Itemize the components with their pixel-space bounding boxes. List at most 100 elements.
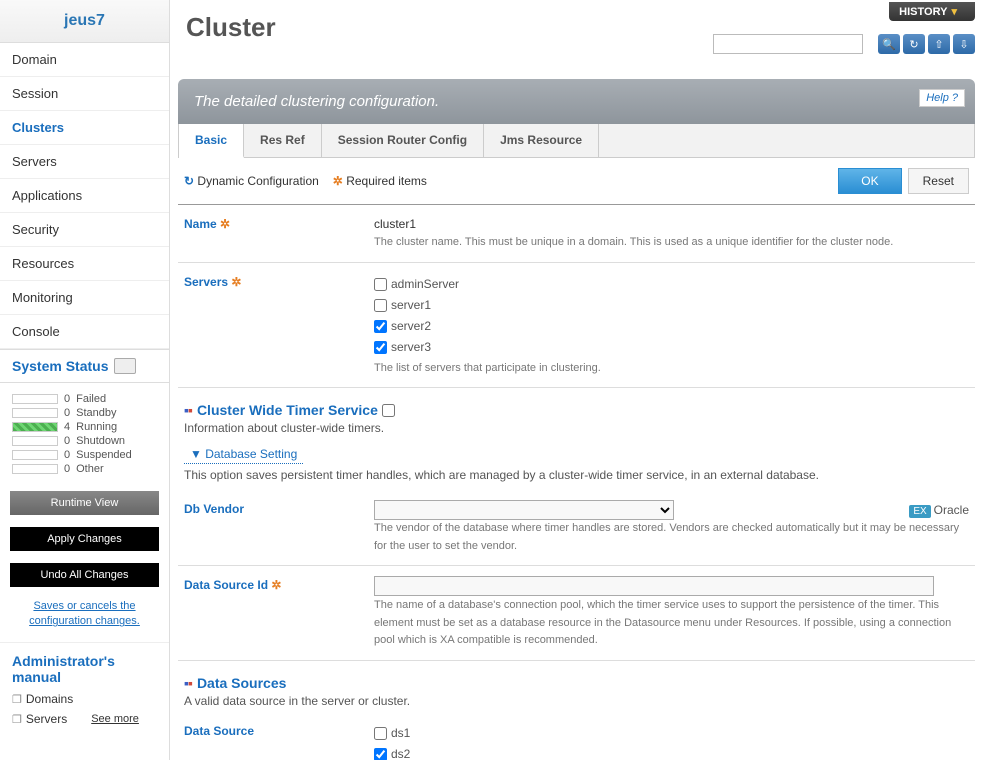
cwts-checkbox[interactable] — [382, 404, 395, 417]
section-datasources: Data Sources A valid data source in the … — [178, 661, 975, 712]
apply-changes-button[interactable]: Apply Changes — [10, 527, 159, 551]
checkbox[interactable] — [374, 320, 387, 333]
server-server3[interactable]: server3 — [374, 338, 969, 357]
label-datasource: Data Source — [184, 722, 374, 760]
checkbox[interactable] — [374, 748, 387, 760]
tab-jms-resource[interactable]: Jms Resource — [484, 124, 599, 157]
banner-text: The detailed clustering configuration. — [194, 93, 439, 110]
monitor-icon — [114, 358, 136, 374]
ds-ds2[interactable]: ds2 — [374, 745, 969, 760]
legend-row: ↻ Dynamic Configuration ✲ Required items… — [178, 158, 975, 205]
cwts-desc: Information about cluster-wide timers. — [184, 421, 969, 435]
dsid-desc: The name of a database's connection pool… — [374, 597, 969, 650]
import-xml-icon[interactable]: ⇩ — [953, 34, 975, 54]
datasources-title: Data Sources — [197, 675, 286, 691]
brand: jeus7 — [0, 0, 169, 43]
nav-resources[interactable]: Resources — [0, 247, 169, 281]
undo-all-changes-button[interactable]: Undo All Changes — [10, 563, 159, 587]
stat-failed: 0Failed — [12, 393, 157, 405]
book-icon — [12, 692, 22, 706]
label-dbvendor: Db Vendor — [184, 500, 374, 555]
ds-ds1[interactable]: ds1 — [374, 724, 969, 743]
dsid-input[interactable] — [374, 576, 934, 596]
search-input[interactable] — [713, 34, 863, 54]
dbvendor-desc: The vendor of the database where timer h… — [374, 520, 969, 555]
system-status: 0Failed 0Standby 4Running 0Shutdown 0Sus… — [0, 383, 169, 485]
label-name: Name ✲ — [184, 215, 374, 252]
row-servers: Servers ✲ adminServer server1 server2 se… — [178, 263, 975, 388]
label-servers: Servers ✲ — [184, 273, 374, 377]
nav-clusters[interactable]: Clusters — [0, 111, 169, 145]
stat-shutdown: 0Shutdown — [12, 435, 157, 447]
checkbox[interactable] — [374, 341, 387, 354]
nav-applications[interactable]: Applications — [0, 179, 169, 213]
section-cwts: Cluster Wide Timer Service Information a… — [178, 388, 975, 439]
main: HISTORY Cluster 🔍 ↻ ⇧ ⇩ The detailed clu… — [170, 0, 983, 760]
checkbox[interactable] — [374, 727, 387, 740]
nav-security[interactable]: Security — [0, 213, 169, 247]
dbvendor-example: EXOracle — [909, 501, 969, 520]
row-dbvendor: Db Vendor EXOracle The vendor of the dat… — [178, 490, 975, 566]
tab-basic[interactable]: Basic — [179, 124, 244, 158]
nav-domain[interactable]: Domain — [0, 43, 169, 77]
banner: The detailed clustering configuration. H… — [178, 79, 975, 124]
required-icon: ✲ — [231, 275, 241, 289]
top-icons: 🔍 ↻ ⇧ ⇩ — [878, 34, 975, 54]
help-button[interactable]: Help ? — [919, 89, 965, 107]
dbvendor-select[interactable] — [374, 500, 674, 520]
see-more-link[interactable]: See more — [91, 713, 139, 725]
manual-domains[interactable]: Domains — [0, 689, 169, 709]
dynamic-config-legend: ↻ Dynamic Configuration — [184, 174, 319, 188]
servers-desc: The list of servers that participate in … — [374, 360, 969, 378]
stat-suspended: 0Suspended — [12, 449, 157, 461]
search-icon[interactable]: 🔍 — [878, 34, 900, 54]
row-datasource: Data Source ds1 ds2 ds3 A data source ID… — [178, 712, 975, 760]
cwts-title: Cluster Wide Timer Service — [197, 402, 378, 418]
nav-session[interactable]: Session — [0, 77, 169, 111]
history-button[interactable]: HISTORY — [889, 2, 975, 21]
tab-session-router-config[interactable]: Session Router Config — [322, 124, 484, 157]
server-server2[interactable]: server2 — [374, 317, 969, 336]
required-icon: ✲ — [333, 174, 343, 188]
manual-servers[interactable]: ServersSee more — [0, 709, 169, 729]
manual-header: Administrator's manual — [0, 642, 169, 689]
database-setting-link[interactable]: ▼ Database Setting — [184, 439, 303, 464]
toggle-icon — [184, 675, 193, 691]
runtime-view-button[interactable]: Runtime View — [10, 491, 159, 515]
nav-console[interactable]: Console — [0, 315, 169, 349]
nav: Domain Session Clusters Servers Applicat… — [0, 43, 169, 349]
refresh-icon: ↻ — [184, 174, 194, 188]
book-icon — [12, 712, 22, 726]
db-setting-desc: This option saves persistent timer handl… — [184, 464, 969, 490]
datasources-desc: A valid data source in the server or clu… — [184, 694, 969, 708]
refresh-icon[interactable]: ↻ — [903, 34, 925, 54]
sidebar: jeus7 Domain Session Clusters Servers Ap… — [0, 0, 170, 760]
checkbox[interactable] — [374, 299, 387, 312]
server-adminserver[interactable]: adminServer — [374, 275, 969, 294]
checkbox[interactable] — [374, 278, 387, 291]
row-dsid: Data Source Id ✲ The name of a database'… — [178, 566, 975, 660]
required-items-legend: ✲ Required items — [333, 174, 427, 188]
tab-res-ref[interactable]: Res Ref — [244, 124, 322, 157]
required-icon: ✲ — [220, 217, 230, 231]
db-setting-row: ▼ Database Setting This option saves per… — [178, 439, 975, 490]
tabs: Basic Res Ref Session Router Config Jms … — [178, 124, 975, 158]
nav-servers[interactable]: Servers — [0, 145, 169, 179]
export-xml-icon[interactable]: ⇧ — [928, 34, 950, 54]
ex-badge: EX — [909, 505, 930, 518]
required-icon: ✲ — [271, 578, 281, 592]
reset-button[interactable]: Reset — [908, 168, 969, 194]
server-server1[interactable]: server1 — [374, 296, 969, 315]
stat-other: 0Other — [12, 463, 157, 475]
stat-standby: 0Standby — [12, 407, 157, 419]
row-name: Name ✲ cluster1 The cluster name. This m… — [178, 205, 975, 263]
system-status-title: System Status — [12, 358, 108, 374]
system-status-header: System Status — [0, 349, 169, 383]
name-value: cluster1 — [374, 215, 969, 234]
name-desc: The cluster name. This must be unique in… — [374, 234, 969, 252]
nav-monitoring[interactable]: Monitoring — [0, 281, 169, 315]
label-dsid: Data Source Id ✲ — [184, 576, 374, 649]
save-cancel-note[interactable]: Saves or cancels the configuration chang… — [10, 599, 159, 630]
stat-running: 4Running — [12, 421, 157, 433]
ok-button[interactable]: OK — [838, 168, 901, 194]
